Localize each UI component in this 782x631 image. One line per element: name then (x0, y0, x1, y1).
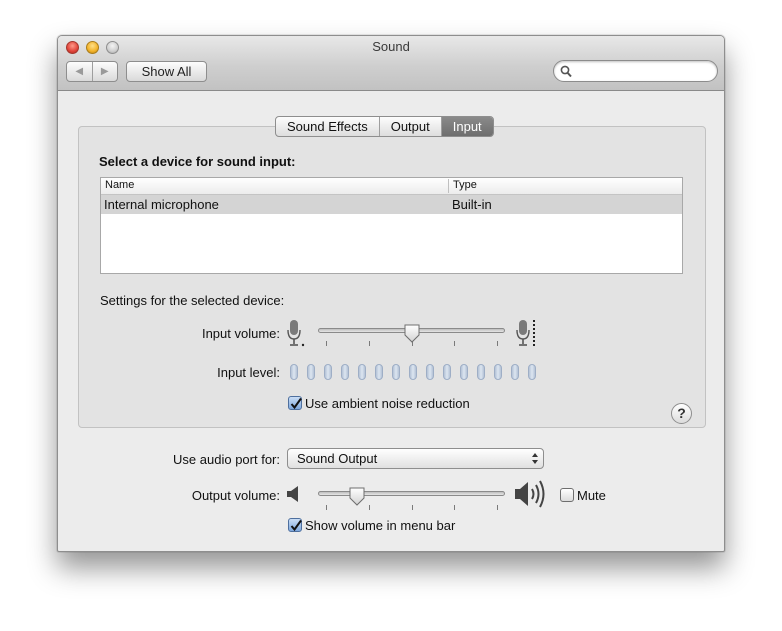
titlebar: Sound ◀ ▶ Show All (58, 36, 724, 91)
slider-tick (368, 505, 370, 510)
microphone-high-icon (516, 320, 535, 346)
show-volume-label[interactable]: Show volume in menu bar (305, 518, 455, 533)
slider-tick (326, 505, 327, 510)
back-arrow-icon: ◀ (75, 66, 84, 77)
input-level-segment (375, 364, 383, 380)
input-volume-label: Input volume: (201, 326, 280, 341)
slider-tick (454, 341, 456, 346)
input-level-segment (460, 364, 468, 380)
device-type-cell: Built-in (452, 197, 492, 212)
tab-bar: Sound Effects Output Input (275, 116, 494, 137)
audio-port-value: Sound Output (297, 451, 378, 466)
input-level-segment (511, 364, 519, 380)
column-divider (448, 179, 449, 193)
tab-output[interactable]: Output (378, 117, 441, 136)
tab-sound-effects[interactable]: Sound Effects (276, 117, 379, 136)
input-level-segment (443, 364, 451, 380)
noise-reduction-label[interactable]: Use ambient noise reduction (305, 396, 470, 411)
forward-button[interactable]: ▶ (91, 62, 118, 81)
help-button[interactable]: ? (671, 403, 692, 424)
input-level-segment (409, 364, 417, 380)
microphone-low-icon (287, 320, 305, 347)
slider-tick (411, 505, 413, 510)
settings-label: Settings for the selected device: (100, 293, 285, 308)
device-list-heading: Select a device for sound input: (99, 154, 296, 169)
search-input[interactable] (576, 63, 711, 79)
system-preferences-window: Sound ◀ ▶ Show All Sound Effects Output … (57, 35, 725, 552)
input-level-segment (528, 364, 536, 380)
input-device-table: Name Type Internal microphone Built-in (100, 177, 683, 274)
tab-input[interactable]: Input (440, 117, 493, 136)
input-level-label: Input level: (217, 365, 280, 380)
device-name-cell: Internal microphone (104, 197, 219, 212)
forward-arrow-icon: ▶ (100, 66, 109, 77)
input-level-segment (477, 364, 485, 380)
noise-reduction-checkbox[interactable] (288, 396, 302, 410)
window-title: Sound (372, 39, 410, 54)
slider-tick (497, 505, 498, 510)
input-level-segment (290, 364, 298, 380)
input-level-segment (358, 364, 366, 380)
checkmark-icon (290, 397, 302, 410)
speaker-low-icon (287, 486, 298, 502)
input-level-segment (341, 364, 349, 380)
mute-label[interactable]: Mute (577, 488, 606, 503)
search-field[interactable] (553, 60, 718, 82)
output-volume-label: Output volume: (191, 488, 280, 503)
checkmark-icon (290, 519, 302, 532)
slider-tick (326, 341, 327, 346)
slider-tick (368, 341, 370, 346)
table-row[interactable]: Internal microphone Built-in (101, 195, 682, 214)
output-volume-slider-track[interactable] (318, 491, 505, 496)
output-volume-slider-knob[interactable] (348, 487, 366, 506)
audio-port-label: Use audio port for: (173, 452, 280, 467)
slider-tick (497, 341, 498, 346)
back-button[interactable]: ◀ (67, 62, 92, 81)
input-level-segment (324, 364, 332, 380)
input-volume-slider-knob[interactable] (403, 324, 421, 343)
show-all-button[interactable]: Show All (126, 61, 207, 82)
input-level-segment (426, 364, 434, 380)
audio-port-popup[interactable]: Sound Output (287, 448, 544, 469)
back-forward-control: ◀ ▶ (66, 61, 118, 82)
column-header-type[interactable]: Type (453, 179, 477, 191)
input-level-segment (494, 364, 502, 380)
table-header: Name Type (101, 178, 682, 195)
input-level-segment (392, 364, 400, 380)
up-down-arrows-icon (532, 453, 538, 464)
speaker-high-icon (515, 480, 545, 508)
show-volume-checkbox[interactable] (288, 518, 302, 532)
slider-tick (454, 505, 456, 510)
input-settings-group (78, 126, 706, 428)
input-level-segment (307, 364, 315, 380)
column-header-name[interactable]: Name (105, 179, 134, 191)
search-icon (560, 65, 572, 78)
mute-checkbox[interactable] (560, 488, 574, 502)
